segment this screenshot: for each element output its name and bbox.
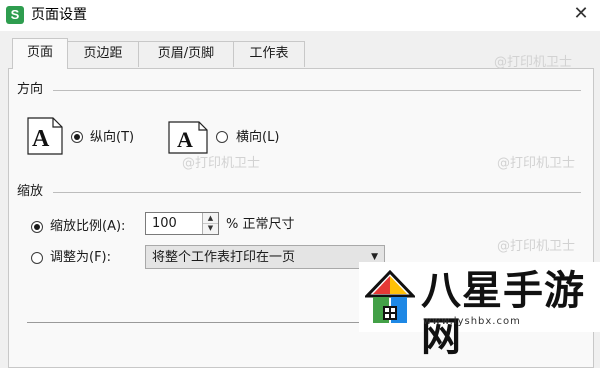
site-logo: 八星手游网 www.lyshbx.com (359, 262, 600, 360)
scale-value[interactable]: 100 (152, 215, 177, 232)
scaling-divider (53, 192, 581, 193)
watermark-text: @打印机卫士 (182, 156, 261, 171)
scale-suffix: % 正常尺寸 (226, 217, 295, 232)
portrait-page-icon: A (27, 117, 63, 155)
tab-header-footer[interactable]: 页眉/页脚 (138, 41, 234, 67)
tab-page[interactable]: 页面 (12, 38, 68, 69)
watermark-text: @打印机卫士 (497, 156, 576, 171)
wps-app-icon: S (6, 6, 24, 24)
landscape-label[interactable]: 横向(L) (236, 129, 279, 146)
fit-radio[interactable] (31, 252, 43, 264)
scale-stepper[interactable]: 100 ▲ ▼ (145, 212, 219, 235)
landscape-icon-letter: A (177, 127, 193, 152)
site-url: www.lyshbx.com (423, 316, 521, 327)
title-bar: S 页面设置 ✕ (0, 0, 600, 31)
portrait-icon-letter: A (32, 126, 50, 152)
scale-label[interactable]: 缩放比例(A): (50, 218, 125, 235)
portrait-label[interactable]: 纵向(T) (90, 129, 134, 146)
orientation-section-label: 方向 (17, 82, 44, 97)
landscape-radio[interactable] (216, 131, 228, 143)
stepper-down-icon[interactable]: ▼ (203, 223, 218, 233)
fit-dropdown[interactable]: 将整个工作表打印在一页 ▼ (145, 245, 385, 269)
watermark-text: @打印机卫士 (494, 55, 573, 70)
close-button[interactable]: ✕ (572, 5, 590, 23)
section-divider-bottom (27, 322, 359, 323)
dialog-title: 页面设置 (31, 7, 87, 23)
site-name: 八星手游网 (421, 268, 585, 360)
portrait-radio[interactable] (71, 131, 83, 143)
watermark-text: @打印机卫士 (497, 239, 576, 254)
scaling-section-label: 缩放 (17, 184, 44, 199)
scale-radio[interactable] (31, 221, 43, 233)
fit-dropdown-value: 将整个工作表打印在一页 (152, 250, 296, 265)
tab-margins[interactable]: 页边距 (67, 41, 139, 67)
stepper-buttons: ▲ ▼ (202, 213, 218, 234)
orientation-divider (53, 90, 581, 91)
landscape-page-icon: A (168, 121, 208, 154)
house-logo-icon (365, 270, 415, 323)
tab-sheet[interactable]: 工作表 (233, 41, 305, 67)
fit-label[interactable]: 调整为(F): (50, 249, 111, 266)
